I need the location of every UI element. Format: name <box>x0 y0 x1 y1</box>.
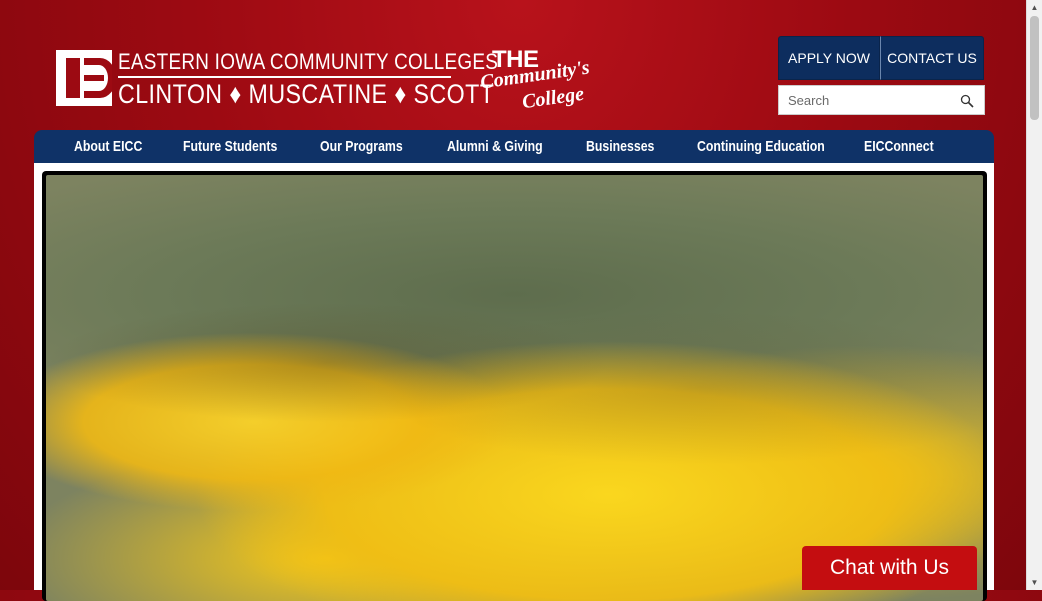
logo-text-line1: EASTERN IOWA COMMUNITY COLLEGES <box>118 49 499 74</box>
nav-item-about-eicc[interactable]: About EICC <box>74 130 142 163</box>
top-actions: APPLY NOW CONTACT US <box>778 36 984 80</box>
hero-image-yellow-flower <box>46 175 983 601</box>
hero-image-shading <box>46 175 983 601</box>
page-scrollbar[interactable]: ▲ ▼ <box>1026 0 1042 590</box>
main-nav: About EICC Future Students Our Programs … <box>34 130 994 163</box>
main-content <box>34 163 994 601</box>
nav-item-continuing-education[interactable]: Continuing Education <box>697 130 825 163</box>
logo-divider <box>118 76 451 78</box>
scrollbar-thumb[interactable] <box>1030 16 1039 120</box>
hero-image-frame <box>42 171 987 601</box>
logo-text-line2: CLINTON ♦ MUSCATINE ♦ SCOTT <box>118 79 495 109</box>
eicc-logo-mark-icon <box>56 50 112 106</box>
search-icon[interactable] <box>960 94 974 108</box>
nav-item-our-programs[interactable]: Our Programs <box>320 130 403 163</box>
scroll-up-arrow-icon[interactable]: ▲ <box>1027 0 1042 15</box>
nav-item-eicconnect[interactable]: EICConnect <box>864 130 934 163</box>
chat-with-us-button[interactable]: Chat with Us <box>802 546 977 590</box>
nav-item-businesses[interactable]: Businesses <box>586 130 654 163</box>
scroll-down-arrow-icon[interactable]: ▼ <box>1027 575 1042 590</box>
search-box <box>778 85 985 115</box>
contact-us-button[interactable]: CONTACT US <box>880 36 984 80</box>
nav-item-alumni-giving[interactable]: Alumni & Giving <box>447 130 543 163</box>
search-input[interactable] <box>779 86 948 114</box>
community-college-tagline: THE Community's College <box>476 46 591 116</box>
eicc-logo[interactable]: EASTERN IOWA COMMUNITY COLLEGES CLINTON … <box>56 49 498 109</box>
apply-now-button[interactable]: APPLY NOW <box>778 36 880 80</box>
nav-item-future-students[interactable]: Future Students <box>183 130 277 163</box>
